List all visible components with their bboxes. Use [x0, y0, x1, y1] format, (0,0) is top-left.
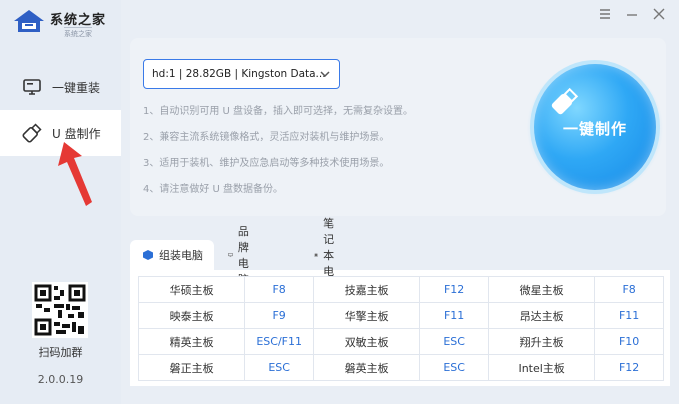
- boot-key: F12: [419, 276, 489, 303]
- qr-code-icon: [34, 284, 86, 336]
- tip-line: 1、自动识别可用 U 盘设备，插入即可选择，无需复杂设置。: [143, 106, 414, 117]
- board-name: 映泰主板: [137, 302, 246, 329]
- sidebar-item-label: 一键重装: [52, 80, 101, 95]
- board-name: 技嘉主板: [313, 276, 421, 303]
- tip-line: 2、兼容主流系统镜像格式，灵活应对装机与维护场景。: [143, 132, 390, 143]
- usb-drive-icon: [551, 87, 579, 115]
- tab-laptop[interactable]: 笔记本电脑: [314, 217, 342, 294]
- table-row: 磐正主板 ESC 磐英主板 ESC Intel主板 F12: [137, 354, 664, 381]
- board-name: 精英主板: [137, 328, 246, 355]
- table-row: 精英主板 ESC/F11 双敏主板 ESC 翔升主板 F10: [137, 328, 664, 355]
- tip-line: 3、适用于装机、维护及应急启动等多种技术使用场景。: [143, 158, 390, 169]
- boot-key: F9: [244, 302, 315, 329]
- tab-assembled-pc[interactable]: 组装电脑: [130, 240, 214, 270]
- app-logo: 系统之家 系统之家: [12, 6, 122, 39]
- boot-key: F11: [419, 302, 489, 329]
- sidebar: 系统之家 系统之家 一键重装 U 盘制作 扫码加群 2.0.0.19: [0, 0, 121, 404]
- device-select-value: hd:1 | 28.82GB | Kingston Data...: [152, 68, 326, 80]
- board-name: 磐正主板: [137, 354, 246, 381]
- version-label: 2.0.0.19: [37, 373, 84, 386]
- boot-key: F10: [594, 328, 664, 355]
- boot-key: F8: [244, 276, 315, 303]
- qr-code: [32, 282, 88, 338]
- qr-label: 扫码加群: [38, 346, 83, 359]
- red-arrow-annotation: [58, 142, 92, 206]
- minimize-icon[interactable]: [624, 6, 640, 22]
- usb-drive-icon: [22, 123, 42, 143]
- boot-key: ESC: [244, 354, 315, 381]
- tip-line: 4、请注意做好 U 盘数据备份。: [143, 184, 284, 195]
- board-name: 磐英主板: [313, 354, 421, 381]
- boot-key: ESC/F11: [244, 328, 315, 355]
- app-title: 系统之家: [50, 13, 107, 28]
- chevron-down-icon: [320, 71, 330, 78]
- boot-key: F8: [594, 276, 664, 303]
- hotkey-table: 华硕主板 F8 技嘉主板 F12 微星主板 F8 映泰主板 F9 华擎主板 F1…: [137, 276, 664, 381]
- house-logo-icon: [14, 10, 44, 32]
- menu-icon[interactable]: [597, 6, 613, 22]
- board-name: 双敏主板: [313, 328, 421, 355]
- board-name: 翔升主板: [487, 328, 596, 355]
- board-name: 华硕主板: [137, 276, 246, 303]
- table-row: 华硕主板 F8 技嘉主板 F12 微星主板 F8: [137, 276, 664, 303]
- tab-label: 组装电脑: [159, 249, 203, 262]
- monitor-icon: [23, 79, 41, 95]
- close-icon[interactable]: [651, 6, 667, 22]
- board-name: Intel主板: [487, 354, 596, 381]
- boot-key: ESC: [419, 328, 489, 355]
- cube-icon: [143, 250, 153, 260]
- board-name: 微星主板: [487, 276, 596, 303]
- boot-key: ESC: [419, 354, 489, 381]
- one-click-make-label: 一键制作: [562, 120, 627, 138]
- boot-key: F11: [594, 302, 664, 329]
- app-subtitle: 系统之家: [64, 27, 92, 39]
- board-name: 昂达主板: [487, 302, 596, 329]
- table-row: 映泰主板 F9 华擎主板 F11 昂达主板 F11: [137, 302, 664, 329]
- tab-brand-pc[interactable]: 品牌电脑: [228, 225, 256, 286]
- one-click-make-button[interactable]: 一键制作: [534, 64, 656, 190]
- desktop-icon: [228, 253, 233, 257]
- board-name: 华擎主板: [313, 302, 421, 329]
- sidebar-item-label: U 盘制作: [52, 126, 101, 141]
- device-select[interactable]: hd:1 | 28.82GB | Kingston Data...: [143, 59, 340, 89]
- sidebar-item-reinstall[interactable]: 一键重装: [0, 64, 121, 110]
- boot-key: F12: [594, 354, 664, 381]
- laptop-icon: [314, 253, 318, 257]
